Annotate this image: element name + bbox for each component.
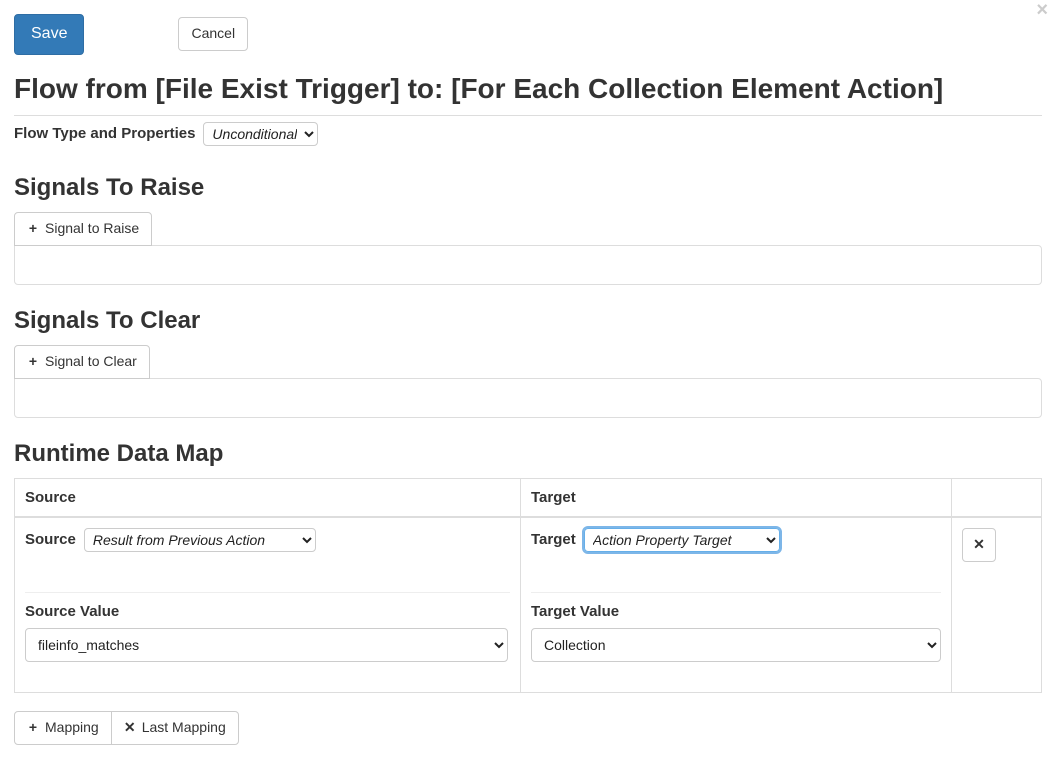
remove-mapping-button[interactable]: ✕ <box>962 528 996 562</box>
target-value-label: Target Value <box>531 592 941 620</box>
plus-icon: + <box>27 219 39 239</box>
page-title: Flow from [File Exist Trigger] to: [For … <box>14 73 1042 105</box>
datamap-table: Source Target Source Result from Previou… <box>14 478 1042 693</box>
col-target: Target <box>521 478 952 517</box>
flow-type-select[interactable]: Unconditional <box>203 122 318 146</box>
signals-to-clear-heading: Signals To Clear <box>14 307 1042 335</box>
source-label: Source <box>25 531 76 548</box>
toolbar: Save Cancel <box>14 14 1042 55</box>
source-value-select[interactable]: fileinfo_matches <box>25 628 508 662</box>
cancel-button[interactable]: Cancel <box>178 17 248 51</box>
add-mapping-button[interactable]: + Mapping <box>14 711 112 745</box>
col-source: Source <box>15 478 521 517</box>
mapping-label: Mapping <box>45 718 99 738</box>
signals-to-raise-panel <box>14 245 1042 285</box>
add-signal-to-raise-button[interactable]: + Signal to Raise <box>14 212 152 246</box>
target-label: Target <box>531 531 576 548</box>
signal-to-clear-label: Signal to Clear <box>45 352 137 372</box>
flow-type-row: Flow Type and Properties Unconditional <box>14 115 1042 152</box>
col-actions <box>952 478 1042 517</box>
target-select[interactable]: Action Property Target <box>584 528 780 552</box>
table-row: Source Result from Previous Action Sourc… <box>15 517 1042 693</box>
signals-to-clear-panel <box>14 378 1042 418</box>
save-button[interactable]: Save <box>14 14 84 55</box>
runtime-data-map-heading: Runtime Data Map <box>14 440 1042 468</box>
remove-last-mapping-button[interactable]: ✕ Last Mapping <box>111 711 239 745</box>
add-signal-to-clear-button[interactable]: + Signal to Clear <box>14 345 150 379</box>
close-icon: ✕ <box>973 535 985 555</box>
last-mapping-label: Last Mapping <box>142 718 226 738</box>
plus-icon: + <box>27 718 39 738</box>
signal-to-raise-label: Signal to Raise <box>45 219 139 239</box>
signals-to-raise-heading: Signals To Raise <box>14 174 1042 202</box>
mapping-footer: + Mapping ✕ Last Mapping <box>14 711 1042 745</box>
target-value-select[interactable]: Collection <box>531 628 941 662</box>
flow-type-label: Flow Type and Properties <box>14 125 195 142</box>
close-icon[interactable]: × <box>1036 0 1048 20</box>
close-icon: ✕ <box>124 718 136 738</box>
source-value-label: Source Value <box>25 592 510 620</box>
source-select[interactable]: Result from Previous Action <box>84 528 316 552</box>
plus-icon: + <box>27 352 39 372</box>
